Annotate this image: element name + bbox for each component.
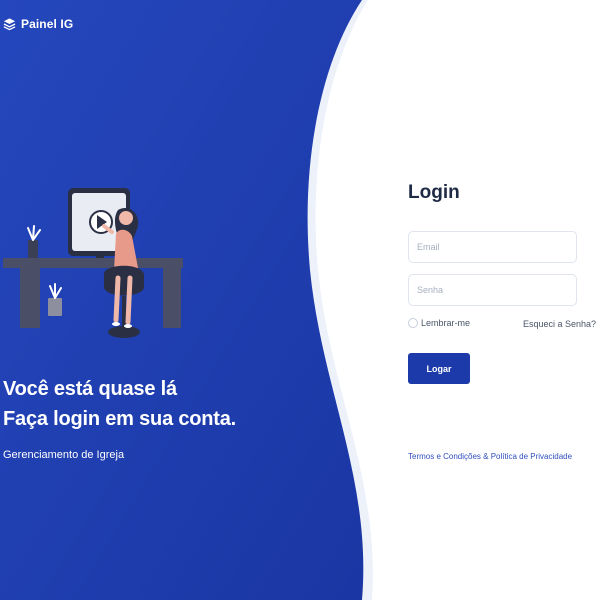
remember-me-label: Lembrar-me [421,318,471,328]
person-at-desk-illustration [3,188,183,338]
remember-me-toggle[interactable] [408,318,418,328]
remember-me-checkbox[interactable]: Lembrar-me [408,318,470,328]
email-field[interactable] [408,231,577,263]
login-button[interactable]: Logar [408,353,470,384]
forgot-password-link[interactable]: Esqueci a Senha? [523,319,596,329]
hero-headline-line2: Faça login em sua conta. [3,408,237,430]
terms-privacy-link[interactable]: Termos e Condições & Política de Privaci… [408,452,572,461]
brand: Painel IG [3,17,73,31]
layers-icon [3,18,16,31]
password-field[interactable] [408,274,577,306]
login-title: Login [408,182,460,203]
brand-name: Painel IG [21,17,74,31]
hero-headline: Você está quase lá Faça login em sua con… [3,374,236,434]
hero-headline-line1: Você está quase lá [3,378,177,400]
hero-subtitle: Gerenciamento de Igreja [3,449,125,461]
